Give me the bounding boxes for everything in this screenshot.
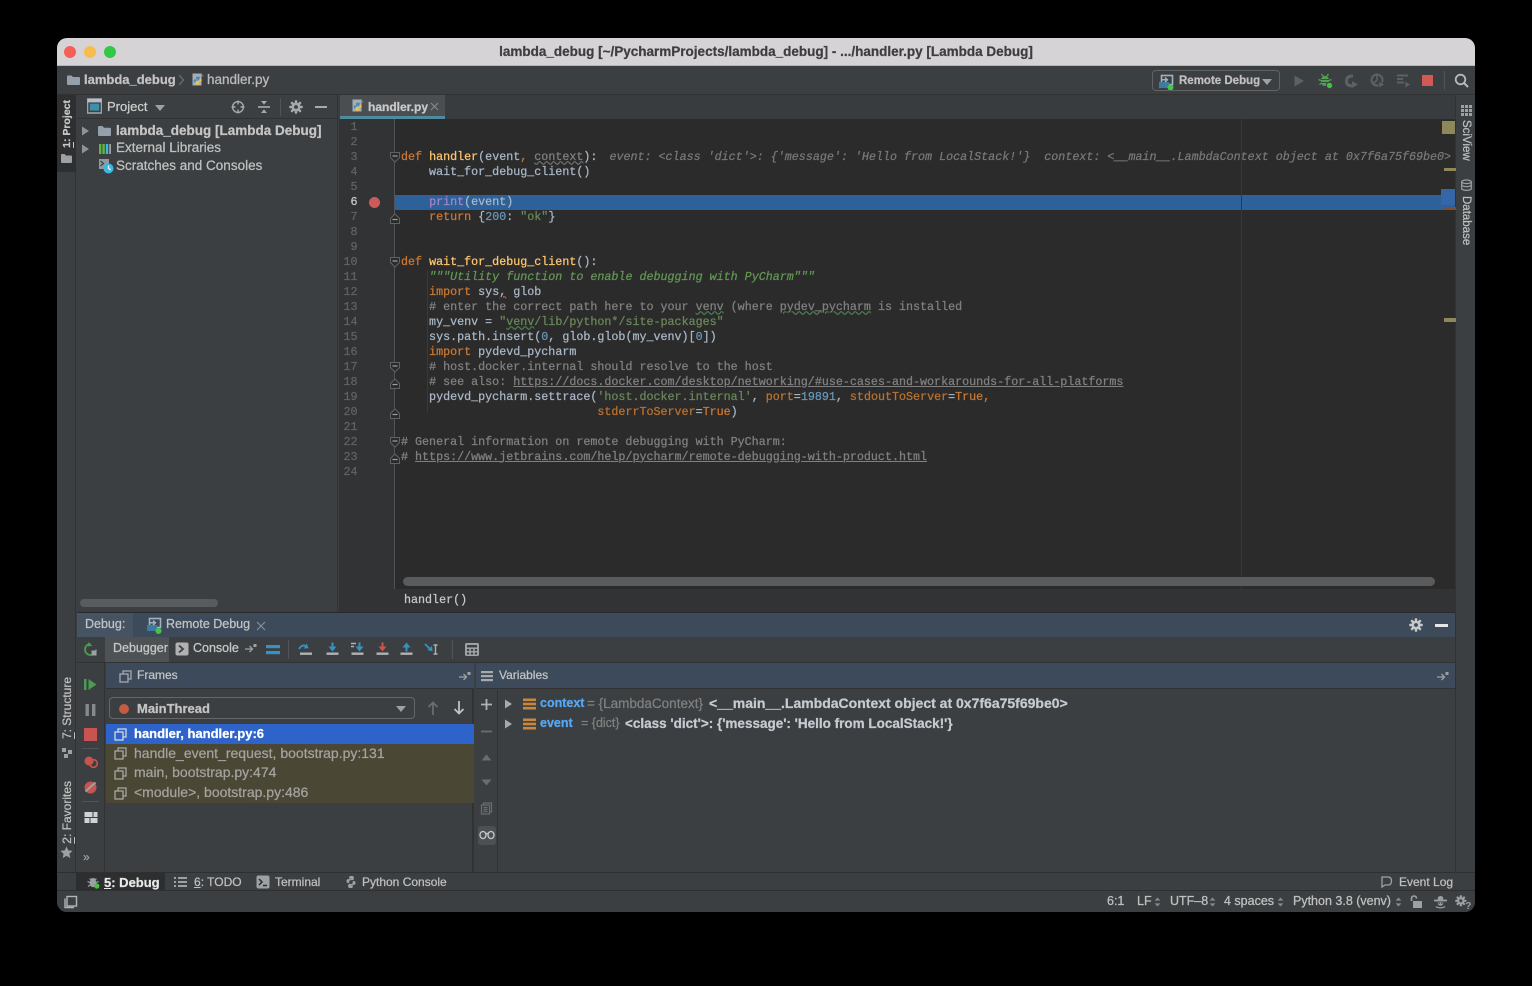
svg-text:?: ? [1465,901,1471,910]
